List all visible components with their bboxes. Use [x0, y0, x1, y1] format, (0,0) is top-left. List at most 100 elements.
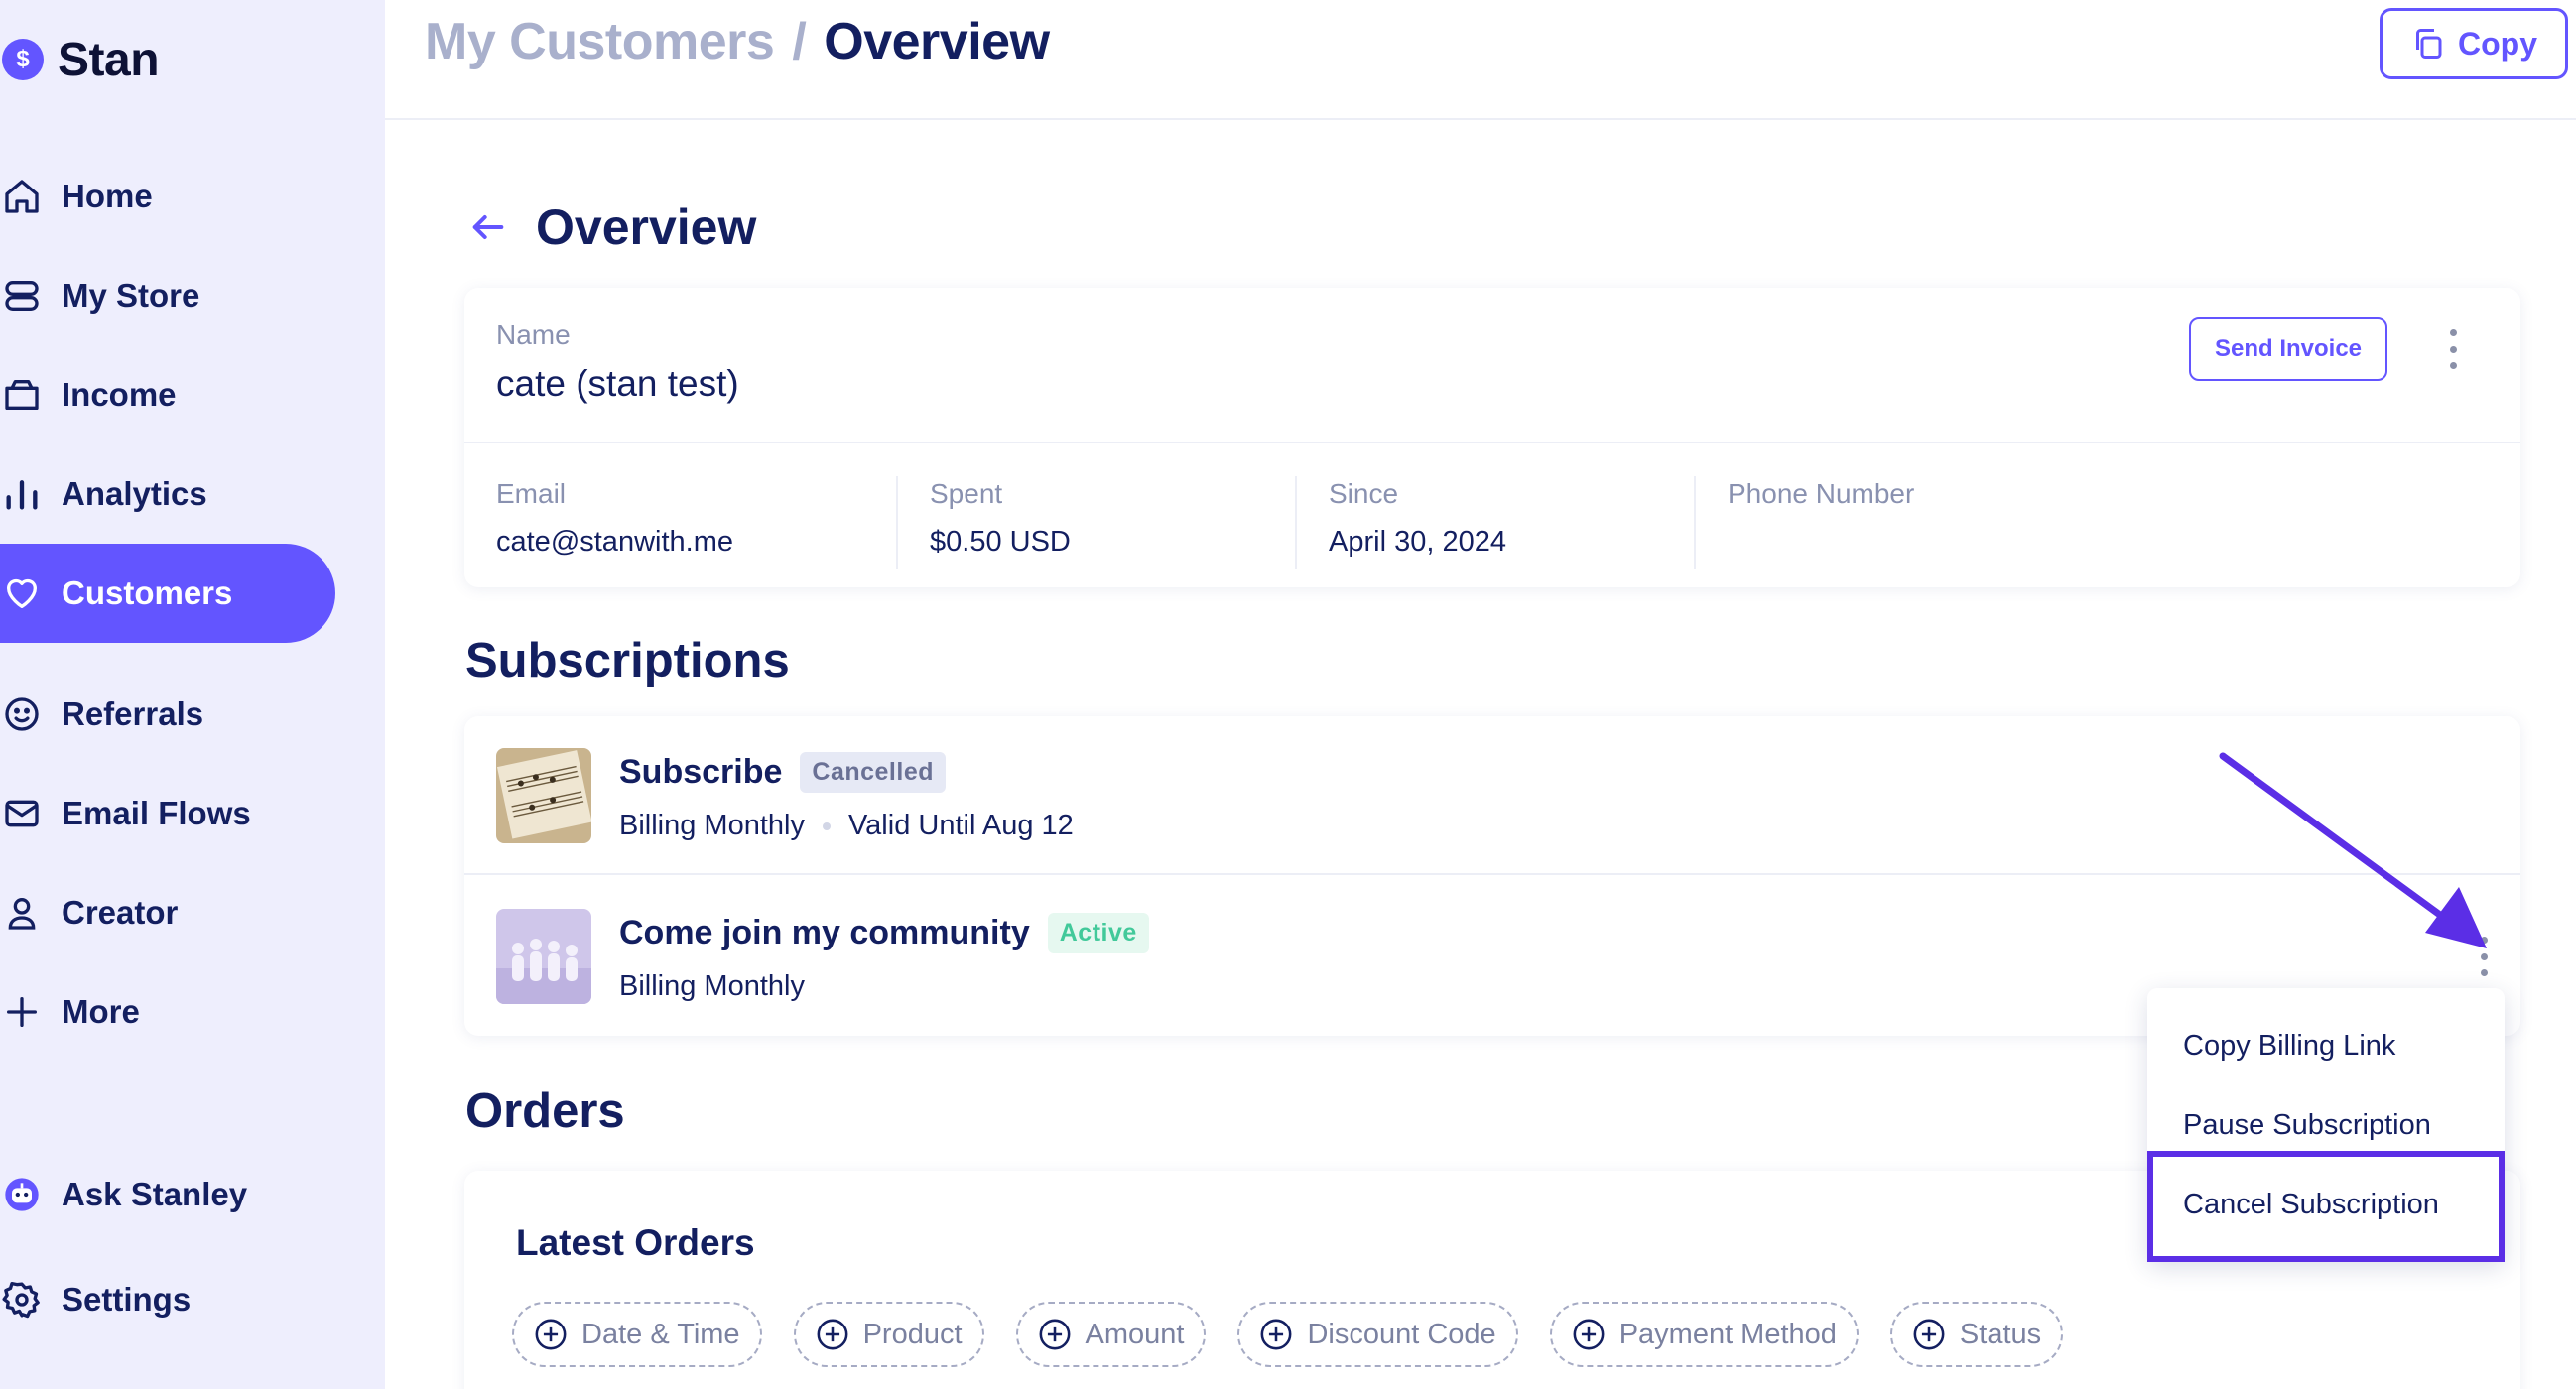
sidebar-item-referrals[interactable]: Referrals: [0, 665, 335, 764]
filter-chip-label: Product: [862, 1318, 963, 1350]
email-value: cate@stanwith.me: [496, 526, 733, 558]
customer-name: cate (stan test): [496, 363, 739, 404]
sidebar-item-ask-stanley[interactable]: Ask Stanley: [0, 1145, 335, 1244]
filter-chip-payment-method[interactable]: Payment Method: [1549, 1302, 1859, 1367]
stan-logo-icon: $: [2, 39, 44, 80]
subscriptions-heading: Subscriptions: [465, 634, 790, 688]
heart-icon: [7, 578, 37, 608]
breadcrumb-current: Overview: [824, 13, 1050, 70]
valid-until: Valid Until Aug 12: [847, 810, 1074, 841]
sidebar-item-label: Home: [62, 178, 153, 214]
stanley-bot-icon: [5, 1178, 39, 1211]
subscription-meta: Billing Monthly: [619, 970, 805, 1003]
filter-chip-date-time[interactable]: Date & Time: [512, 1302, 762, 1367]
since-label: Since: [1329, 478, 1399, 509]
since-value: April 30, 2024: [1329, 526, 1506, 558]
gear-icon: [2, 1282, 40, 1319]
user-icon: [8, 898, 36, 930]
sidebar-item-label: Income: [62, 376, 177, 413]
info-spent: Spent $0.50 USD: [896, 476, 1295, 569]
order-filters: Date & Time Product Amount Discount Code…: [512, 1302, 2064, 1367]
sidebar-item-creator[interactable]: Creator: [0, 863, 335, 962]
billing-frequency: Billing Monthly: [619, 970, 805, 1002]
sidebar-item-settings[interactable]: Settings: [0, 1250, 335, 1349]
plus-circle-icon: [535, 1319, 567, 1350]
filter-chip-label: Discount Code: [1307, 1318, 1496, 1350]
subscription-options-menu: Copy Billing Link Pause Subscription Can…: [2147, 988, 2505, 1262]
plus-circle-icon: [1573, 1319, 1605, 1350]
sidebar: $ Stan Home My Store Income Analytics Cu…: [0, 0, 385, 1389]
sidebar-item-label: Analytics: [62, 475, 207, 512]
page-title: Overview: [468, 198, 756, 256]
filter-chip-product[interactable]: Product: [793, 1302, 984, 1367]
top-header: My Customers / Overview Copy: [385, 0, 2576, 120]
subscription-title: Come join my community Active: [619, 913, 1149, 953]
sidebar-item-analytics[interactable]: Analytics: [0, 444, 335, 544]
subscription-thumbnail: [496, 909, 591, 1004]
filter-chip-amount[interactable]: Amount: [1015, 1302, 1207, 1367]
sidebar-item-label: More: [62, 993, 140, 1030]
info-since: Since April 30, 2024: [1295, 476, 1694, 569]
subscription-name: Subscribe: [619, 753, 783, 791]
status-badge: Active: [1047, 913, 1149, 953]
sidebar-item-label: Ask Stanley: [62, 1176, 248, 1212]
filter-chip-label: Payment Method: [1618, 1318, 1837, 1350]
spent-label: Spent: [930, 478, 1003, 509]
sidebar-item-more[interactable]: More: [0, 962, 335, 1062]
name-label: Name: [496, 319, 571, 350]
page-title-text: Overview: [536, 199, 757, 255]
sidebar-item-email-flows[interactable]: Email Flows: [0, 764, 335, 863]
email-label: Email: [496, 478, 567, 509]
subscription-meta: Billing Monthly Valid Until Aug 12: [619, 810, 1074, 842]
plus-circle-icon: [1261, 1319, 1292, 1350]
sidebar-item-income[interactable]: Income: [0, 345, 335, 444]
sidebar-item-label: Email Flows: [62, 795, 251, 831]
sidebar-item-label: Creator: [62, 894, 179, 931]
sidebar-item-label: Customers: [62, 574, 233, 611]
info-email: Email cate@stanwith.me: [464, 476, 896, 569]
plus-circle-icon: [1039, 1319, 1070, 1350]
info-phone: Phone Number: [1694, 476, 2190, 569]
copy-button-label: Copy: [2458, 25, 2537, 62]
sidebar-item-customers[interactable]: Customers: [0, 544, 335, 643]
sidebar-item-label: Settings: [62, 1281, 192, 1318]
dot-separator: [822, 821, 831, 830]
plus-circle-icon: [1913, 1319, 1945, 1350]
subscription-name: Come join my community: [619, 914, 1030, 951]
customer-profile-card: Name cate (stan test) Send Invoice Email…: [464, 288, 2520, 587]
menu-item-pause-subscription[interactable]: Pause Subscription: [2147, 1085, 2505, 1165]
sidebar-item-label: My Store: [62, 277, 200, 314]
store-icon: [5, 281, 39, 311]
plus-circle-icon: [817, 1319, 848, 1350]
filter-chip-label: Amount: [1085, 1318, 1185, 1350]
filter-chip-status[interactable]: Status: [1889, 1302, 2064, 1367]
latest-orders-title: Latest Orders: [516, 1222, 755, 1263]
filter-chip-label: Date & Time: [581, 1318, 740, 1350]
menu-item-copy-billing-link[interactable]: Copy Billing Link: [2147, 1006, 2505, 1085]
send-invoice-button[interactable]: Send Invoice: [2189, 317, 2387, 381]
sidebar-item-home[interactable]: Home: [0, 147, 335, 246]
smile-icon: [5, 697, 39, 731]
back-arrow-icon[interactable]: [468, 207, 508, 247]
home-icon: [5, 180, 39, 213]
copy-button[interactable]: Copy: [2380, 8, 2568, 79]
wallet-icon: [5, 380, 39, 410]
phone-label: Phone Number: [1728, 478, 1915, 509]
brand[interactable]: $ Stan: [2, 30, 160, 89]
annotation-arrow-icon: [2219, 752, 2487, 948]
copy-icon: [2416, 29, 2442, 59]
brand-name: Stan: [58, 33, 160, 86]
billing-frequency: Billing Monthly: [619, 810, 805, 841]
filter-chip-label: Status: [1959, 1318, 2042, 1350]
status-badge: Cancelled: [800, 752, 946, 793]
profile-more-options-icon[interactable]: [2448, 329, 2458, 369]
sidebar-item-label: Referrals: [62, 695, 204, 732]
bar-chart-icon: [6, 480, 38, 510]
spent-value: $0.50 USD: [930, 526, 1071, 558]
filter-chip-discount-code[interactable]: Discount Code: [1237, 1302, 1518, 1367]
orders-heading: Orders: [465, 1084, 625, 1138]
sidebar-item-my-store[interactable]: My Store: [0, 246, 335, 345]
breadcrumb-parent-link[interactable]: My Customers: [425, 12, 775, 71]
menu-item-cancel-subscription[interactable]: Cancel Subscription: [2147, 1165, 2505, 1244]
mail-icon: [5, 800, 39, 827]
